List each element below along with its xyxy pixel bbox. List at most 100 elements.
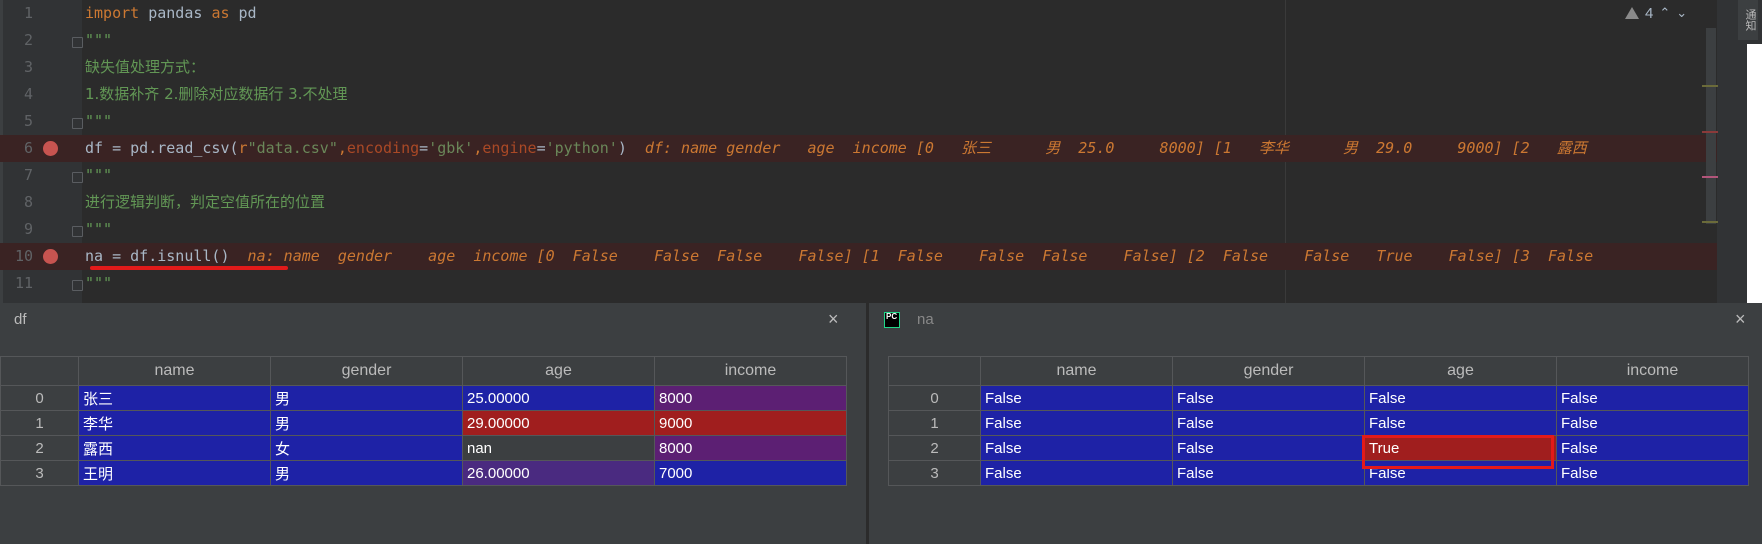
na-viewer-panel: PC na × name gender age income 0 False F… <box>869 303 1762 544</box>
row-index: 2 <box>0 435 79 461</box>
close-icon[interactable]: × <box>828 309 839 330</box>
fold-icon[interactable] <box>72 280 83 291</box>
code-text: df = pd.read_csv( <box>85 139 239 157</box>
table-row[interactable]: 1 李华 男 29.00000 9000 <box>0 410 847 436</box>
table-cell[interactable]: 女 <box>270 435 463 461</box>
line-number: 6 <box>23 139 33 157</box>
inspection-widget[interactable]: 4 ⌃ ⌄ <box>1625 2 1687 24</box>
line-number: 7 <box>23 166 33 184</box>
table-cell[interactable]: 25.00000 <box>462 385 655 411</box>
code-editor[interactable]: 1 import pandas as pd 2 """ 3 缺失值处理方式： 4… <box>0 0 1762 303</box>
code-line[interactable]: 3 缺失值处理方式： <box>0 54 1717 81</box>
code-line[interactable]: 2 """ <box>0 27 1717 54</box>
row-index: 3 <box>0 460 79 486</box>
fold-icon[interactable] <box>72 226 83 237</box>
code-line[interactable]: 9 """ <box>0 216 1717 243</box>
chevron-up-icon[interactable]: ⌃ <box>1659 5 1670 21</box>
table-cell[interactable]: 8000 <box>654 435 847 461</box>
table-cell[interactable]: nan <box>462 435 655 461</box>
column-header[interactable]: income <box>1556 356 1749 386</box>
param-name: engine <box>482 139 537 157</box>
table-cell[interactable]: False <box>980 385 1173 411</box>
highlight-box <box>1362 435 1554 469</box>
table-cell[interactable]: 29.00000 <box>462 410 655 436</box>
column-header[interactable]: name <box>980 356 1173 386</box>
code-line[interactable]: 8 进行逻辑判断，判定空值所在的位置 <box>0 189 1717 216</box>
scroll-marker[interactable] <box>1702 221 1718 223</box>
scroll-marker[interactable] <box>1702 176 1718 178</box>
row-index: 1 <box>0 410 79 436</box>
table-cell[interactable]: 露西 <box>78 435 271 461</box>
table-cell[interactable]: False <box>980 435 1173 461</box>
table-row[interactable]: 3 False False False False <box>888 460 1749 486</box>
code-line[interactable]: 11 """ <box>0 270 1717 297</box>
table-cell[interactable]: False <box>1556 385 1749 411</box>
table-cell[interactable]: 7000 <box>654 460 847 486</box>
code-line[interactable]: 1 import pandas as pd <box>0 0 1717 27</box>
table-cell[interactable]: 男 <box>270 460 463 486</box>
string-literal: 'gbk' <box>428 139 474 157</box>
column-header[interactable]: income <box>654 356 847 386</box>
table-cell[interactable]: 男 <box>270 385 463 411</box>
fold-icon[interactable] <box>72 118 83 129</box>
breakpoint-icon[interactable] <box>43 141 58 156</box>
table-cell[interactable]: False <box>980 410 1173 436</box>
table-cell[interactable]: False <box>980 460 1173 486</box>
column-header[interactable]: name <box>78 356 271 386</box>
annotation-underline <box>90 266 288 270</box>
line-number: 4 <box>23 85 33 103</box>
keyword: as <box>211 4 230 22</box>
docstring-text: """ <box>85 31 113 49</box>
scroll-marker[interactable] <box>1702 85 1718 87</box>
table-cell[interactable]: 王明 <box>78 460 271 486</box>
fold-icon[interactable] <box>72 37 83 48</box>
table-cell[interactable]: False <box>1556 410 1749 436</box>
line-number: 3 <box>23 58 33 76</box>
column-header[interactable]: gender <box>1172 356 1365 386</box>
table-cell[interactable]: False <box>1556 460 1749 486</box>
table-cell[interactable]: 8000 <box>654 385 847 411</box>
table-cell[interactable]: 男 <box>270 410 463 436</box>
table-cell[interactable]: False <box>1364 385 1557 411</box>
table-row[interactable]: 1 False False False False <box>888 410 1749 436</box>
table-cell[interactable]: False <box>1172 410 1365 436</box>
table-row[interactable]: 2 False False True False <box>888 435 1749 461</box>
table-cell[interactable]: 9000 <box>654 410 847 436</box>
notifications-tab[interactable]: 通知 <box>1738 0 1758 40</box>
code-line[interactable]: 5 """ <box>0 108 1717 135</box>
table-row[interactable]: 3 王明 男 26.00000 7000 <box>0 460 847 486</box>
code-line[interactable]: 4 1.数据补齐 2.删除对应数据行 3.不处理 <box>0 81 1717 108</box>
column-header[interactable] <box>888 356 981 386</box>
column-header[interactable]: age <box>1364 356 1557 386</box>
table-cell[interactable]: False <box>1172 435 1365 461</box>
code-text: ) <box>617 139 627 157</box>
alias-name: pd <box>229 4 257 22</box>
table-row[interactable]: 0 张三 男 25.00000 8000 <box>0 385 847 411</box>
scroll-marker[interactable] <box>1702 131 1718 133</box>
table-cell[interactable]: 李华 <box>78 410 271 436</box>
code-line[interactable]: 7 """ <box>0 162 1717 189</box>
table-cell[interactable]: False <box>1172 460 1365 486</box>
table-cell[interactable]: False <box>1556 435 1749 461</box>
table-row[interactable]: 2 露西 女 nan 8000 <box>0 435 847 461</box>
inline-debug-value: na: name gender age income [0 False Fals… <box>229 247 1594 265</box>
chevron-down-icon[interactable]: ⌄ <box>1676 5 1687 21</box>
table-cell[interactable]: 张三 <box>78 385 271 411</box>
row-index: 0 <box>888 385 981 411</box>
table-cell[interactable]: False <box>1364 410 1557 436</box>
string-literal: 'python' <box>545 139 618 157</box>
close-icon[interactable]: × <box>1735 309 1746 330</box>
panel-title: na <box>917 311 934 328</box>
param-name: encoding <box>346 139 420 157</box>
column-header[interactable]: gender <box>270 356 463 386</box>
table-row[interactable]: 0 False False False False <box>888 385 1749 411</box>
column-header[interactable] <box>0 356 79 386</box>
keyword: import <box>85 4 140 22</box>
scrollbar[interactable] <box>1706 28 1716 224</box>
breakpoint-icon[interactable] <box>43 249 58 264</box>
table-cell[interactable]: 26.00000 <box>462 460 655 486</box>
table-cell[interactable]: False <box>1172 385 1365 411</box>
fold-icon[interactable] <box>72 172 83 183</box>
code-line-breakpoint[interactable]: 6 df = pd.read_csv(r"data.csv",encoding=… <box>0 135 1717 162</box>
column-header[interactable]: age <box>462 356 655 386</box>
